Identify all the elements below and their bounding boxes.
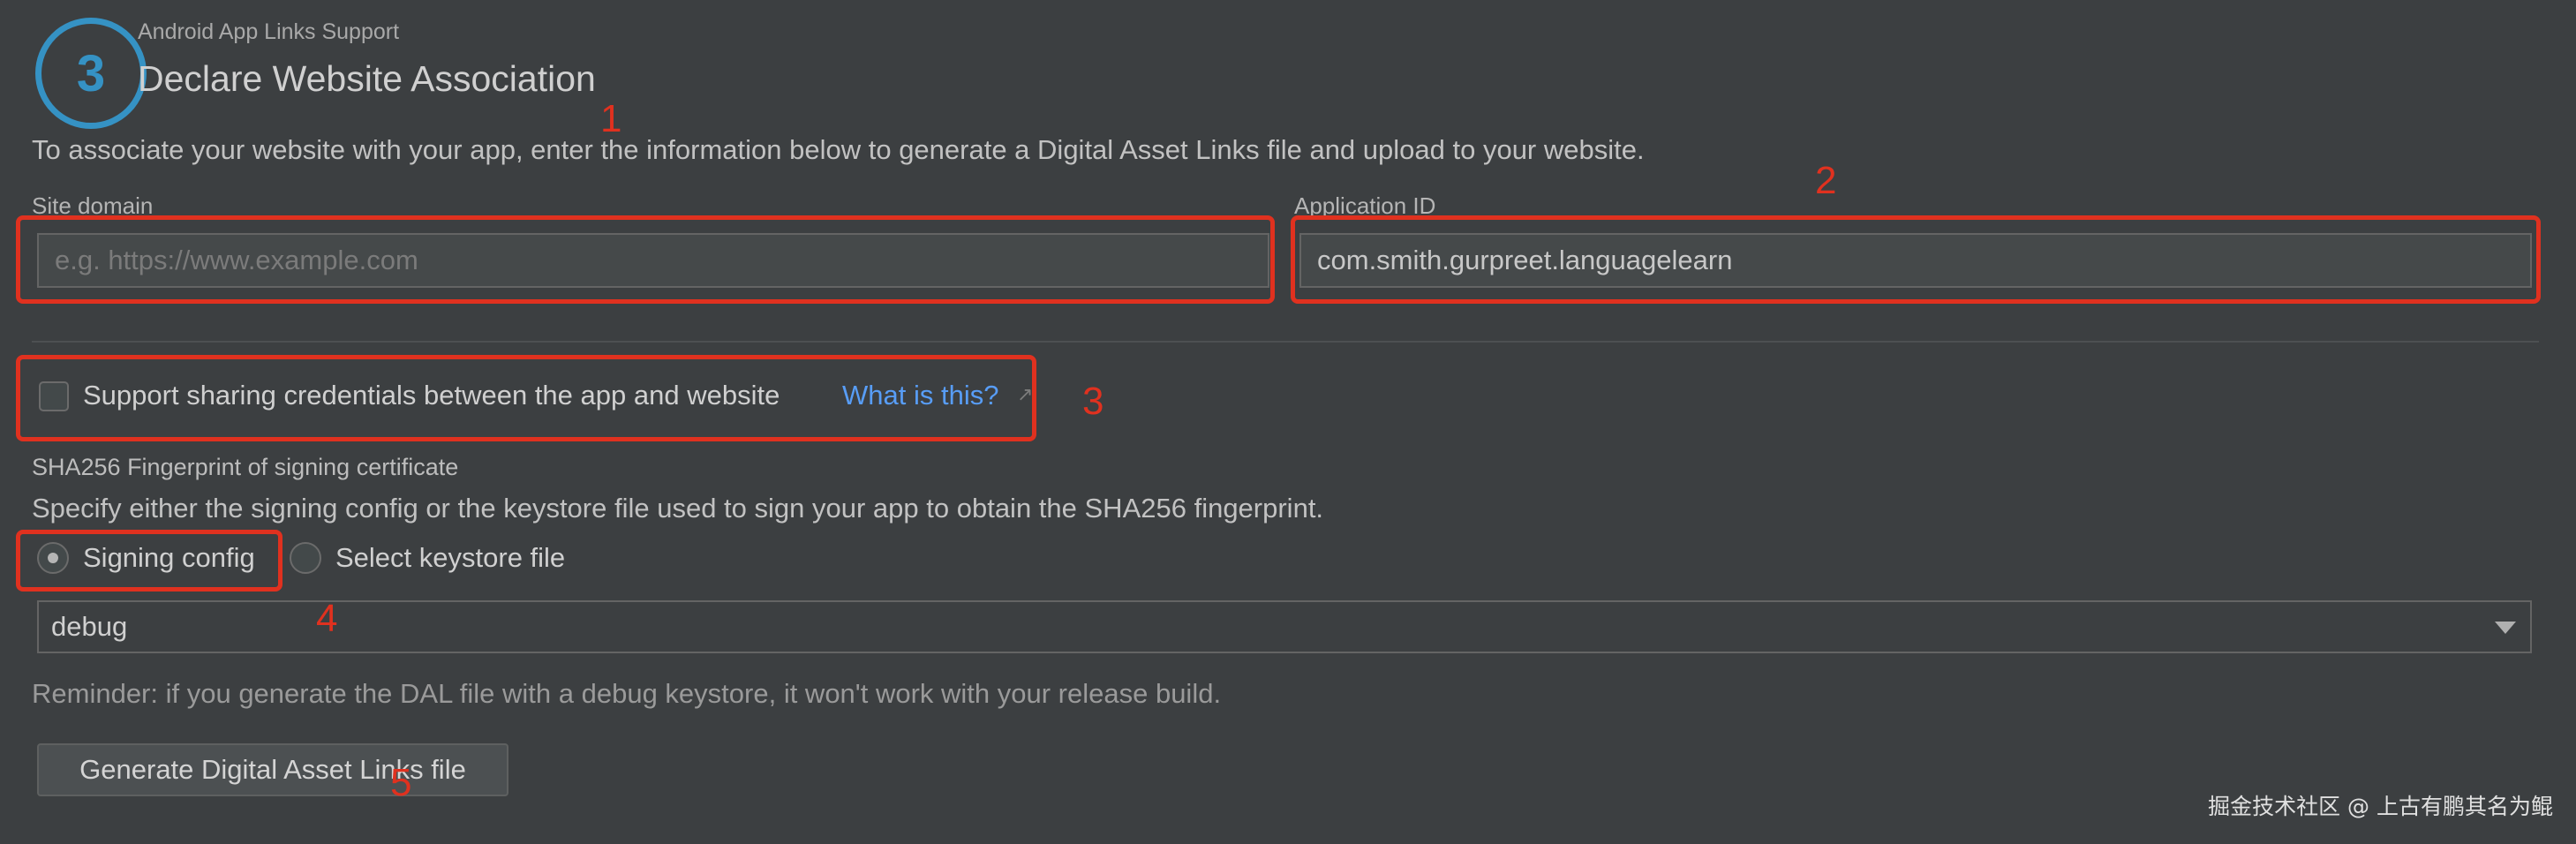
wizard-subtitle: Android App Links Support [138,19,400,44]
keystore-file-radio[interactable] [290,542,321,574]
annotation-number-2: 2 [1815,159,1837,202]
step-number: 3 [76,44,106,102]
annotation-box-4 [16,530,282,592]
annotation-number-3: 3 [1082,380,1104,423]
annotation-number-5: 5 [390,761,412,804]
debug-keystore-reminder: Reminder: if you generate the DAL file w… [32,678,1222,709]
annotation-box-1 [16,215,1275,304]
annotation-box-3 [16,355,1036,441]
sha256-description: Specify either the signing config or the… [32,493,1324,524]
section-divider [32,341,2539,343]
dropdown-arrow-icon [2495,622,2516,634]
annotation-number-1: 1 [600,97,622,140]
watermark: 掘金技术社区 @ 上古有鹏其名为鲲 [2208,794,2553,819]
sha256-heading: SHA256 Fingerprint of signing certificat… [32,454,459,480]
intro-text: To associate your website with your app,… [32,134,1645,165]
signing-config-dropdown[interactable]: debug [37,600,2532,653]
keystore-file-label[interactable]: Select keystore file [335,542,565,574]
annotation-box-2 [1291,215,2541,304]
generate-dal-file-button[interactable]: Generate Digital Asset Links file [37,743,508,796]
signing-config-value: debug [51,611,128,642]
annotation-number-4: 4 [316,597,338,640]
page-title: Declare Website Association [138,58,596,99]
step-number-badge: 3 [35,18,147,129]
